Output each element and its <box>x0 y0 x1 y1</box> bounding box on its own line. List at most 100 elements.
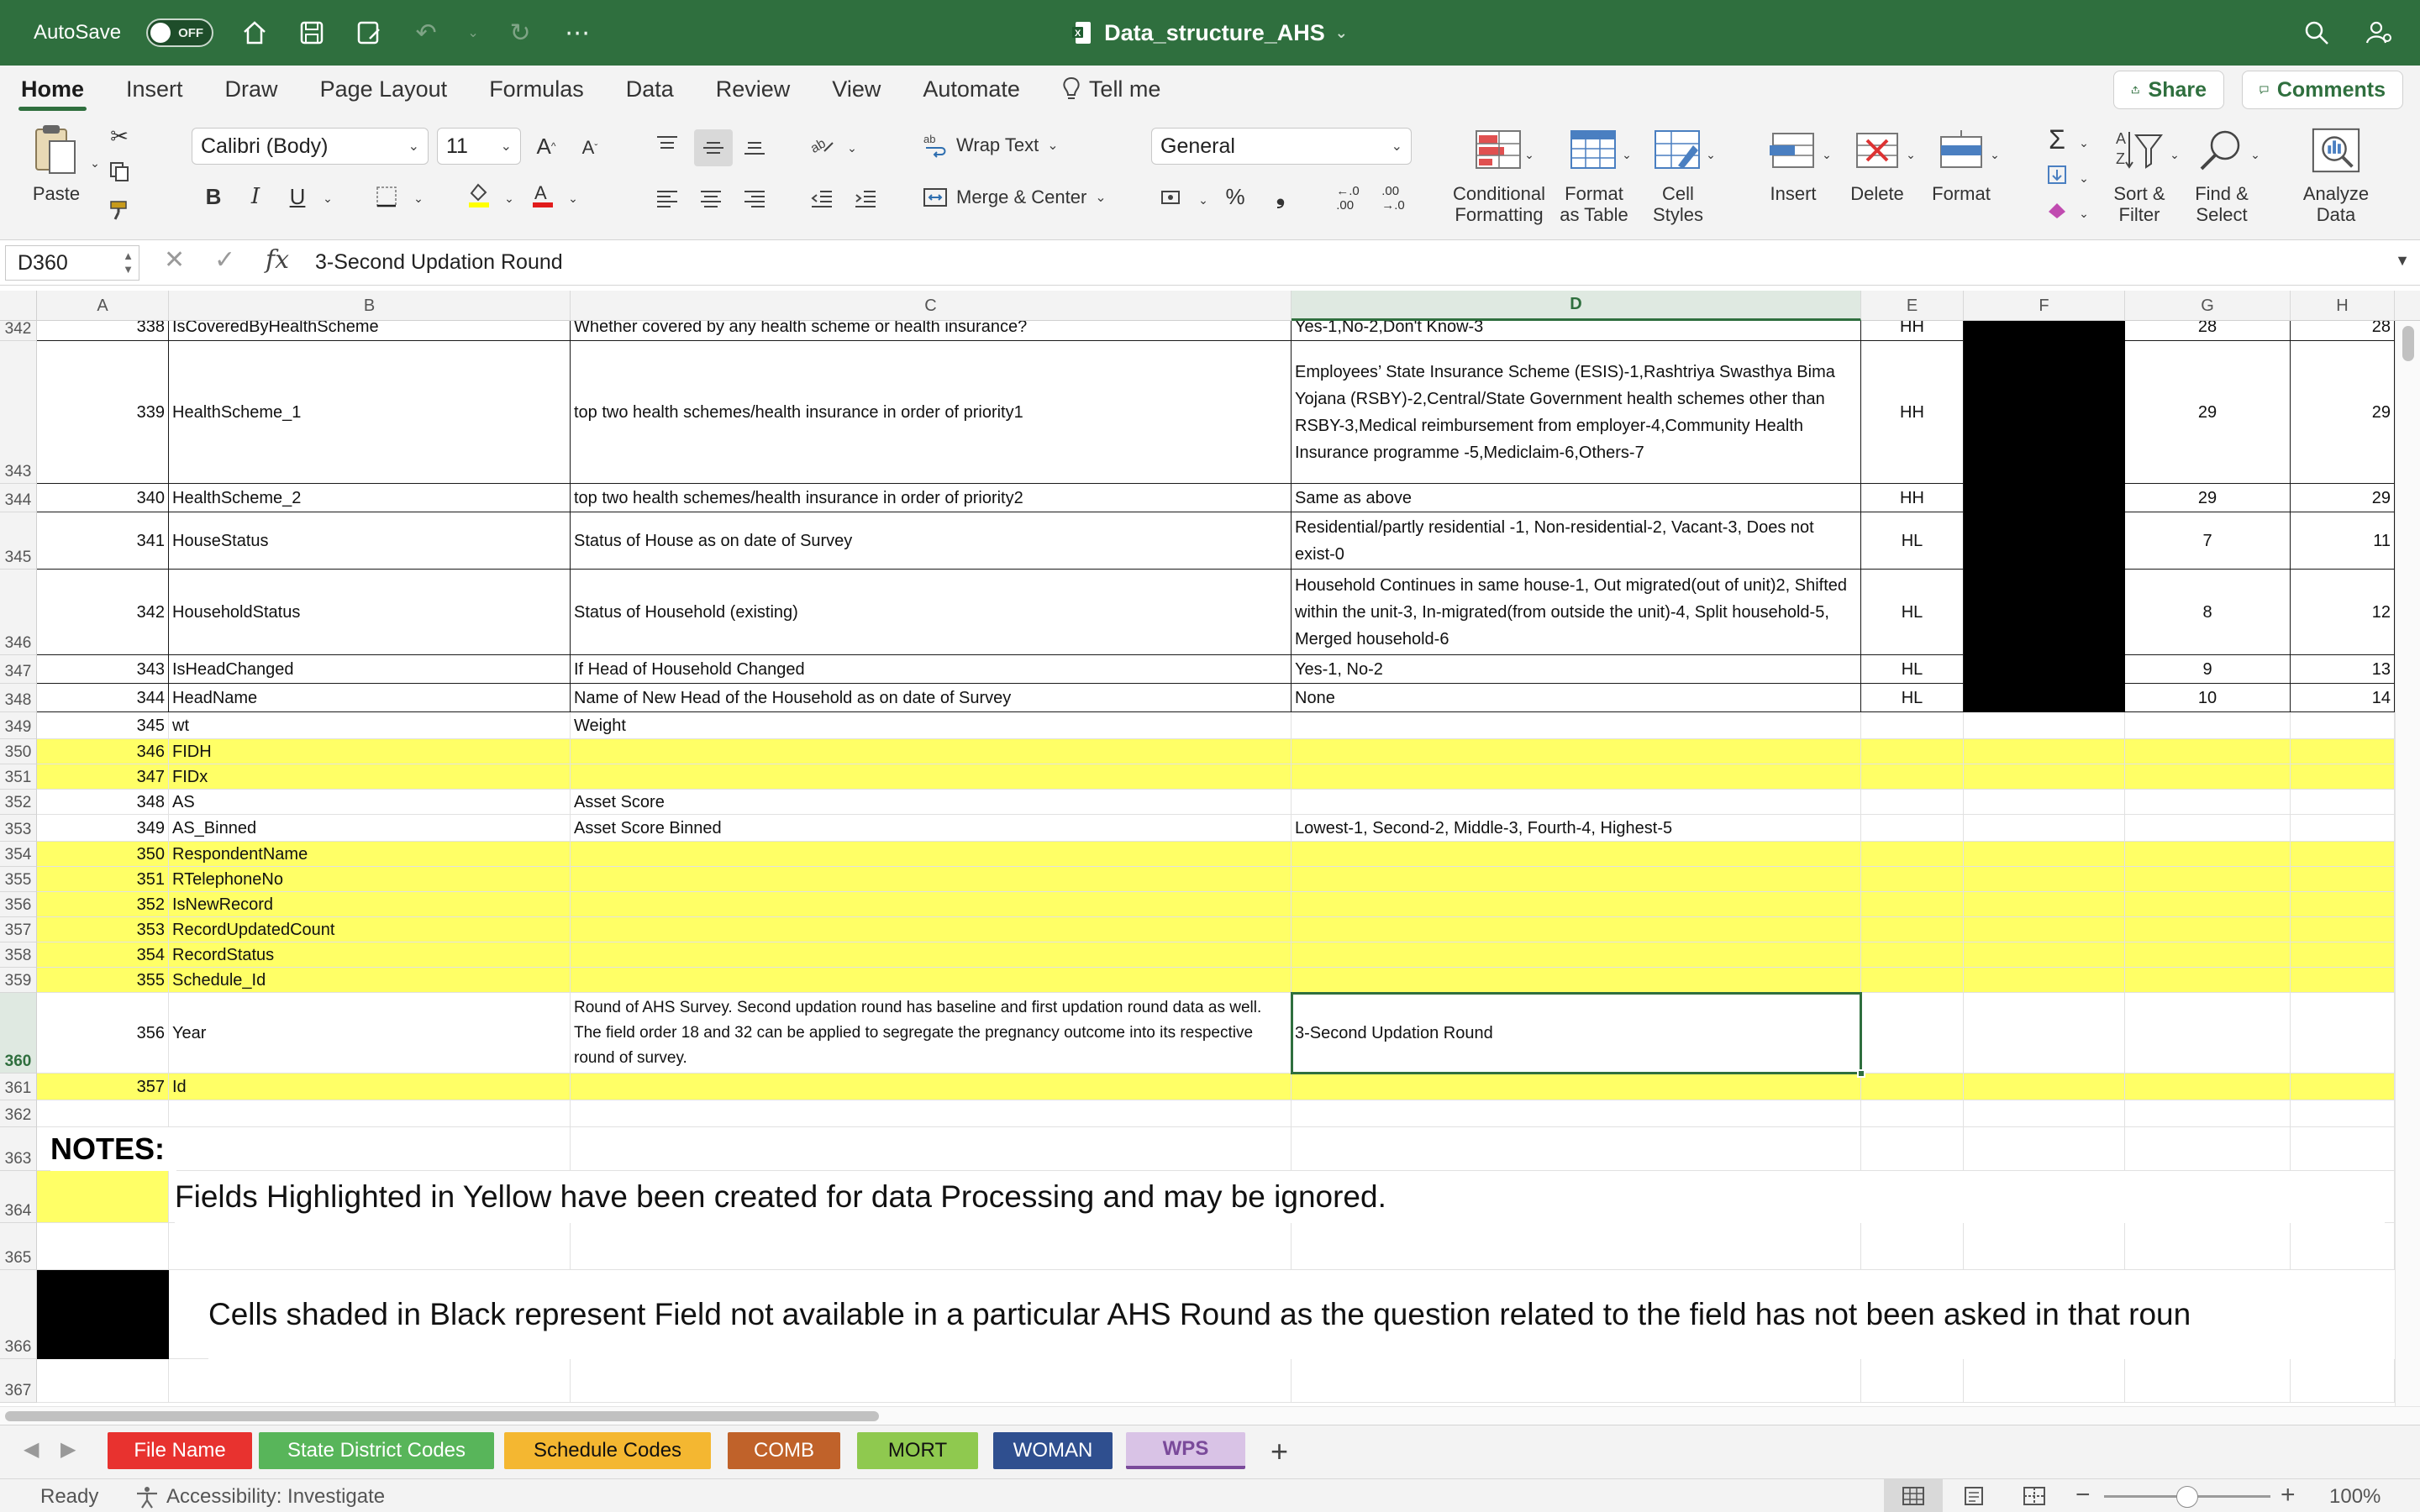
row-header[interactable]: 358 <box>0 942 37 968</box>
cell-h[interactable]: 11 <box>2291 512 2395 570</box>
autosave-toggle[interactable]: OFF <box>146 18 214 47</box>
cell-f[interactable] <box>1964 892 2125 917</box>
cell-b[interactable]: RespondentName <box>169 842 571 867</box>
cell-e[interactable] <box>1861 739 1964 764</box>
cell-e[interactable] <box>1861 1074 1964 1100</box>
cell-h[interactable] <box>2291 842 2395 867</box>
more-icon[interactable]: ⋯ <box>561 17 593 49</box>
cell-d[interactable] <box>1292 917 1861 942</box>
cell-e[interactable] <box>1861 1100 1964 1127</box>
cell-c[interactable]: Round of AHS Survey. Second updation rou… <box>571 993 1292 1074</box>
cell-d[interactable]: Residential/partly residential -1, Non-r… <box>1292 512 1861 570</box>
cell-c[interactable]: top two health schemes/health insurance … <box>571 341 1292 484</box>
cell-h[interactable] <box>2291 739 2395 764</box>
cut-icon[interactable]: ✂ <box>104 121 134 151</box>
cell-d[interactable] <box>1292 942 1861 968</box>
cell-e[interactable] <box>1861 842 1964 867</box>
cell-g[interactable] <box>2125 815 2291 842</box>
borders-icon[interactable] <box>371 181 402 212</box>
comments-button[interactable]: Comments <box>2242 71 2403 109</box>
insert-dropdown-icon[interactable]: ⌄ <box>1812 139 1842 170</box>
zoom-slider-thumb[interactable] <box>2176 1486 2198 1508</box>
cell-c[interactable]: If Head of Household Changed <box>571 655 1292 684</box>
row-header[interactable]: 354 <box>0 842 37 867</box>
column-header-a[interactable]: A <box>37 291 169 321</box>
cell-g[interactable]: 8 <box>2125 570 2291 655</box>
cell-g[interactable] <box>2125 993 2291 1074</box>
tab-home[interactable]: Home <box>0 66 105 113</box>
row-header[interactable]: 357 <box>0 917 37 942</box>
row-header[interactable]: 355 <box>0 867 37 892</box>
cell-h[interactable] <box>2291 712 2395 739</box>
sheet-tab-schedule-codes[interactable]: Schedule Codes <box>504 1432 711 1469</box>
page-layout-view-icon[interactable] <box>1944 1479 2003 1512</box>
cell-c[interactable] <box>571 917 1292 942</box>
row-header[interactable]: 367 <box>0 1359 37 1403</box>
cell-d[interactable] <box>1292 790 1861 815</box>
cell-c[interactable]: Whether covered by any health scheme or … <box>571 321 1292 341</box>
cell-a[interactable]: 346 <box>37 739 169 764</box>
cell-f[interactable] <box>1964 842 2125 867</box>
cell-f[interactable] <box>1964 1100 2125 1127</box>
cell-d[interactable] <box>1292 968 1861 993</box>
cell-d[interactable]: Yes-1, No-2 <box>1292 655 1861 684</box>
cell-g[interactable]: 29 <box>2125 484 2291 512</box>
align-bottom-icon[interactable] <box>739 131 770 161</box>
decrease-decimal-icon[interactable]: .00 →.0 <box>1378 183 1408 213</box>
autosum-icon[interactable]: Σ <box>2042 124 2072 155</box>
cell-g[interactable] <box>2125 1074 2291 1100</box>
cell-b[interactable]: FIDH <box>169 739 571 764</box>
row-header[interactable]: 353 <box>0 815 37 842</box>
cell-h[interactable] <box>2291 1127 2395 1171</box>
tab-draw[interactable]: Draw <box>204 66 299 113</box>
cell-b[interactable] <box>169 1100 571 1127</box>
cell-a[interactable]: 338 <box>37 321 169 341</box>
cell-e[interactable] <box>1861 1223 1964 1270</box>
row-header[interactable]: 364 <box>0 1171 37 1223</box>
cell-b[interactable]: FIDx <box>169 764 571 790</box>
cell-f[interactable] <box>1964 341 2125 484</box>
row-header[interactable]: 350 <box>0 739 37 764</box>
cell-c[interactable] <box>571 1359 1292 1403</box>
cell-f[interactable] <box>1964 570 2125 655</box>
decrease-font-size-icon[interactable]: Aˇ <box>575 133 605 163</box>
cell-f[interactable] <box>1964 942 2125 968</box>
copy-icon[interactable] <box>104 156 134 186</box>
formula-input[interactable]: 3-Second Updation Round <box>315 250 563 275</box>
tab-page-layout[interactable]: Page Layout <box>299 66 469 113</box>
page-break-view-icon[interactable] <box>2005 1479 2064 1512</box>
cell-g[interactable]: 29 <box>2125 341 2291 484</box>
zoom-out-icon[interactable]: − <box>2075 1481 2091 1509</box>
cell-h[interactable] <box>2291 790 2395 815</box>
orientation-icon[interactable]: ab <box>807 129 837 160</box>
cell-h[interactable]: 28 <box>2291 321 2395 341</box>
cell-e[interactable]: HH <box>1861 321 1964 341</box>
cell-a[interactable]: 355 <box>37 968 169 993</box>
fill-handle[interactable] <box>1857 1069 1865 1078</box>
cell-h[interactable]: 12 <box>2291 570 2395 655</box>
conditional-formatting-dropdown-icon[interactable]: ⌄ <box>1514 139 1544 170</box>
cell-c[interactable] <box>571 892 1292 917</box>
cell-d[interactable]: Lowest-1, Second-2, Middle-3, Fourth-4, … <box>1292 815 1861 842</box>
cell-h[interactable]: 14 <box>2291 684 2395 712</box>
format-as-table-dropdown-icon[interactable]: ⌄ <box>1612 139 1642 170</box>
cell-c[interactable] <box>571 1100 1292 1127</box>
cell-a[interactable]: 353 <box>37 917 169 942</box>
tab-view[interactable]: View <box>811 66 902 113</box>
row-header[interactable]: 361 <box>0 1074 37 1100</box>
cell-d[interactable]: Household Continues in same house-1, Out… <box>1292 570 1861 655</box>
percent-icon[interactable]: % <box>1220 181 1250 212</box>
tab-formulas[interactable]: Formulas <box>468 66 605 113</box>
cell-c[interactable]: Status of Household (existing) <box>571 570 1292 655</box>
account-icon[interactable] <box>2363 17 2395 49</box>
cell-b[interactable]: RecordStatus <box>169 942 571 968</box>
font-color-icon[interactable]: A <box>528 180 558 210</box>
tab-insert[interactable]: Insert <box>105 66 204 113</box>
cell-h[interactable] <box>2291 917 2395 942</box>
cell-b[interactable]: HealthScheme_2 <box>169 484 571 512</box>
cell-a[interactable]: 345 <box>37 712 169 739</box>
row-header[interactable]: 366 <box>0 1270 37 1359</box>
cell-h[interactable] <box>2291 1223 2395 1270</box>
cell-e[interactable] <box>1861 764 1964 790</box>
cell-a[interactable] <box>37 1100 169 1127</box>
